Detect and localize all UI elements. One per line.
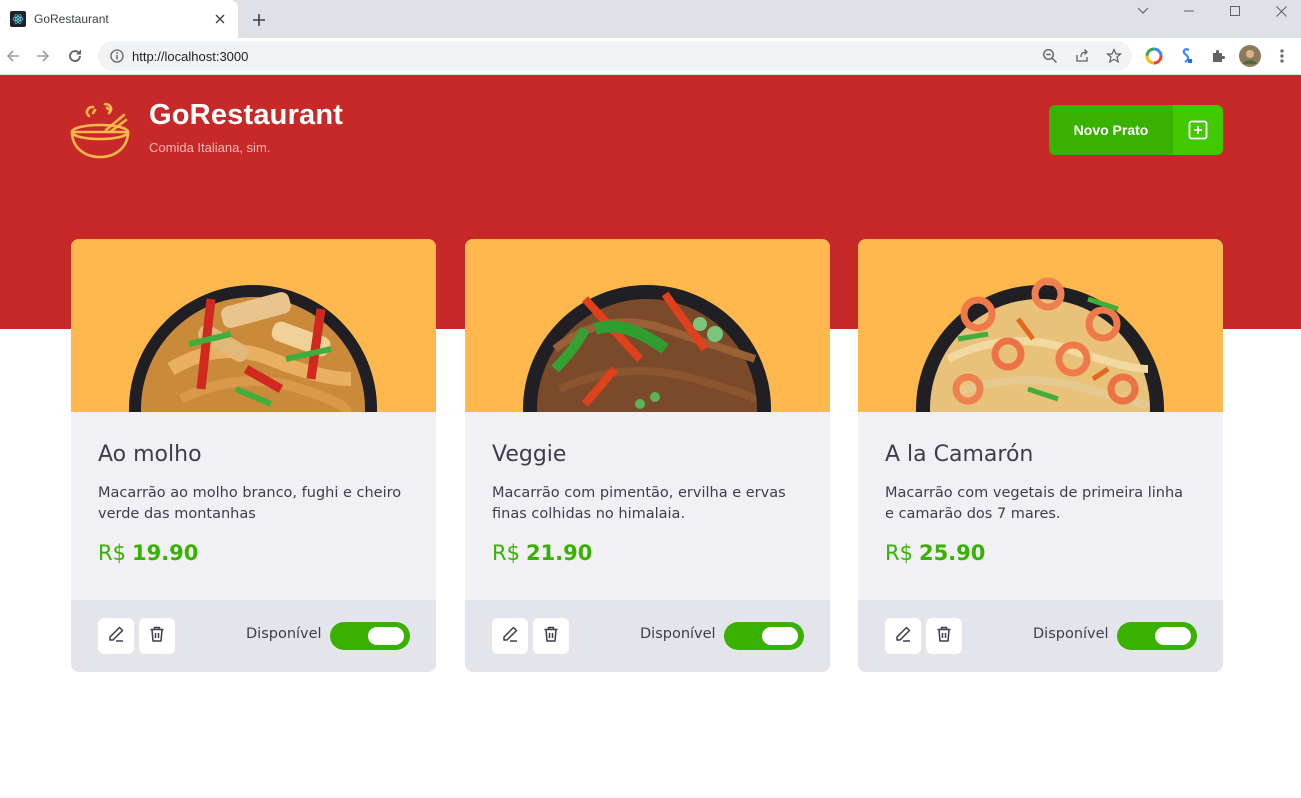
price-currency: R$ (98, 541, 126, 565)
price-value: 25.90 (918, 541, 986, 565)
dish-description: Macarrão ao molho branco, fughi e cheiro… (98, 485, 402, 522)
pencil-icon (894, 625, 912, 648)
toggle-knob (762, 627, 798, 645)
dish-actions: Disponível (858, 600, 1223, 672)
extensions-puzzle-icon[interactable] (1206, 44, 1230, 68)
dish-name: Veggie (492, 442, 567, 467)
availability-label: Disponível (1033, 626, 1109, 642)
dish-actions: Disponível (71, 600, 436, 672)
maximize-icon[interactable] (1215, 0, 1255, 22)
delete-dish-button[interactable] (926, 618, 962, 654)
delete-dish-button[interactable] (533, 618, 569, 654)
delete-dish-button[interactable] (139, 618, 175, 654)
share-icon[interactable] (1070, 44, 1094, 68)
food-bowl-logo-icon (69, 101, 131, 161)
trash-icon (935, 625, 953, 648)
dish-card: Veggie Macarrão com pimentão, ervilha e … (465, 239, 830, 672)
dish-price: R$ 21.90 (492, 541, 803, 565)
dish-card: Ao molho Macarrão ao molho branco, fughi… (71, 239, 436, 672)
price-currency: R$ (885, 541, 913, 565)
react-favicon-icon (10, 11, 26, 27)
tab-title: GoRestaurant (34, 12, 109, 26)
price-value: 21.90 (525, 541, 593, 565)
brand-subtitle: Comida Italiana, sim. (149, 140, 271, 155)
dish-description: Macarrão com pimentão, ervilha e ervas f… (492, 485, 786, 522)
dish-name: Ao molho (98, 442, 202, 467)
url-text: http://localhost:3000 (132, 48, 249, 64)
zoom-icon[interactable] (1038, 44, 1062, 68)
plus-square-icon (1173, 105, 1223, 155)
dish-info: Veggie Macarrão com pimentão, ervilha e … (465, 412, 830, 600)
bookmark-star-icon[interactable] (1102, 44, 1126, 68)
dish-image (858, 239, 1223, 412)
site-info-icon[interactable] (102, 49, 132, 63)
trash-icon (542, 625, 560, 648)
availability-toggle[interactable] (724, 622, 804, 650)
browser-toolbar: http://localhost:3000 (0, 38, 1301, 75)
trash-icon (148, 625, 166, 648)
pencil-icon (501, 625, 519, 648)
edit-dish-button[interactable] (98, 618, 134, 654)
brand-title: GoRestaurant (149, 99, 344, 131)
reload-icon[interactable] (63, 44, 87, 68)
profile-avatar-icon[interactable] (1238, 44, 1262, 68)
toggle-knob (1155, 627, 1191, 645)
browser-menu-icon[interactable] (1270, 44, 1294, 68)
minimize-icon[interactable] (1169, 0, 1209, 22)
dish-price: R$ 19.90 (98, 541, 409, 565)
availability-label: Disponível (640, 626, 716, 642)
tab-close-icon[interactable] (212, 11, 228, 27)
edit-dish-button[interactable] (492, 618, 528, 654)
price-value: 19.90 (131, 541, 199, 565)
forward-arrow-icon[interactable] (31, 44, 55, 68)
dish-info: Ao molho Macarrão ao molho branco, fughi… (71, 412, 436, 600)
dish-description: Macarrão com vegetais de primeira linha … (885, 485, 1184, 522)
new-tab-plus-icon[interactable] (248, 9, 270, 31)
availability-label: Disponível (246, 626, 322, 642)
dish-image (465, 239, 830, 412)
browser-tab[interactable]: GoRestaurant (0, 0, 238, 38)
new-dish-button-label: Novo Prato (1049, 105, 1173, 155)
extension-color-icon[interactable] (1142, 44, 1166, 68)
availability-toggle[interactable] (1117, 622, 1197, 650)
window-close-icon[interactable] (1261, 0, 1301, 22)
address-bar[interactable]: http://localhost:3000 (98, 41, 1132, 71)
new-dish-button[interactable]: Novo Prato (1049, 105, 1223, 155)
edit-dish-button[interactable] (885, 618, 921, 654)
browser-tab-strip: GoRestaurant (0, 0, 1301, 38)
dish-image (71, 239, 436, 412)
dish-name: A la Camarón (885, 442, 1034, 467)
availability-toggle[interactable] (330, 622, 410, 650)
dish-price: R$ 25.90 (885, 541, 1196, 565)
price-currency: R$ (492, 541, 520, 565)
dish-card: A la Camarón Macarrão com vegetais de pr… (858, 239, 1223, 672)
dish-info: A la Camarón Macarrão com vegetais de pr… (858, 412, 1223, 600)
pencil-icon (107, 625, 125, 648)
dish-actions: Disponível (465, 600, 830, 672)
back-arrow-icon[interactable] (1, 44, 25, 68)
app-page: GoRestaurant Comida Italiana, sim. Novo … (0, 75, 1301, 798)
toggle-knob (368, 627, 404, 645)
extension-s-icon[interactable] (1174, 44, 1198, 68)
tab-search-chevron-icon[interactable] (1123, 0, 1163, 22)
